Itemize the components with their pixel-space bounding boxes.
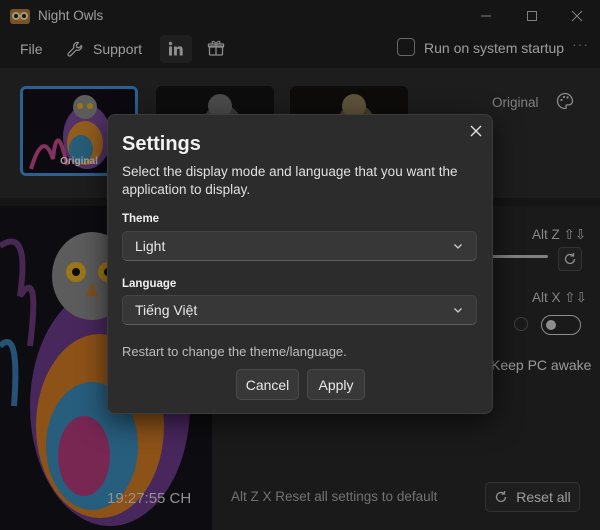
restart-note: Restart to change the theme/language. xyxy=(122,344,347,359)
close-icon[interactable] xyxy=(465,120,487,142)
dialog-title: Settings xyxy=(122,133,201,155)
dialog-description: Select the display mode and language tha… xyxy=(122,164,458,197)
theme-label: Theme xyxy=(122,213,160,225)
apply-button[interactable]: Apply xyxy=(307,369,365,400)
language-value: Tiếng Việt xyxy=(135,302,198,318)
chevron-down-icon xyxy=(454,244,462,249)
theme-value: Light xyxy=(135,238,166,254)
chevron-down-icon xyxy=(454,308,462,313)
theme-select[interactable]: Light xyxy=(122,231,477,261)
language-select[interactable]: Tiếng Việt xyxy=(122,295,477,325)
language-label: Language xyxy=(122,278,177,290)
cancel-button[interactable]: Cancel xyxy=(236,369,299,400)
settings-dialog xyxy=(107,114,493,414)
